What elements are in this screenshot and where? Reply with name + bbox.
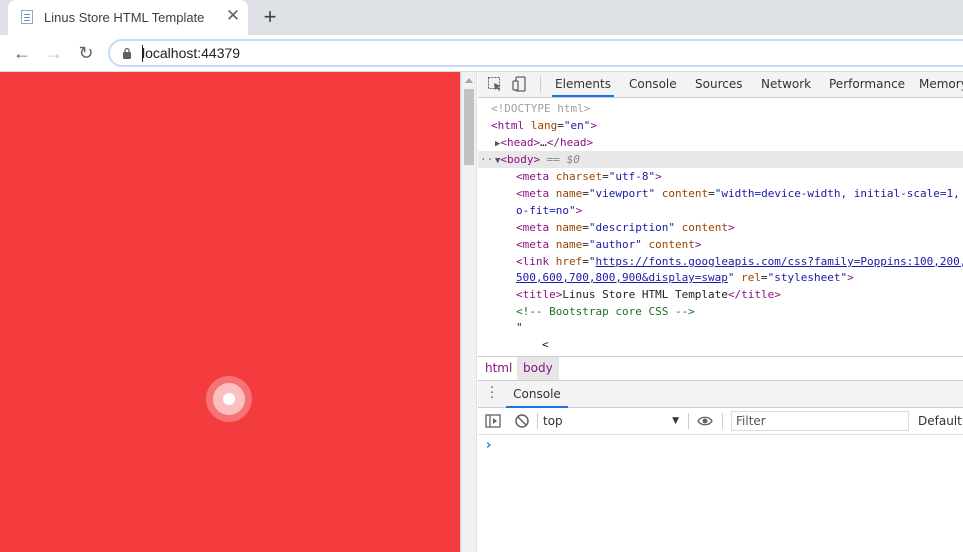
- context-selector[interactable]: top ▼: [543, 413, 679, 429]
- toolbar-divider: [722, 413, 723, 429]
- drawer-tab-console[interactable]: Console: [506, 381, 568, 408]
- dom-node-body[interactable]: ··· ▼<body> == $0: [478, 151, 963, 168]
- dom-tree: <!DOCTYPE html> <html lang="en"> ▶<head>…: [478, 98, 963, 356]
- toolbar-divider: [537, 413, 538, 429]
- breadcrumb: html body: [478, 356, 963, 381]
- address-bar[interactable]: localhost:44379: [108, 39, 963, 67]
- dom-node-comment[interactable]: <!-- Bootstrap core CSS -->: [516, 303, 695, 320]
- browser-tab[interactable]: Linus Store HTML Template ✕: [8, 0, 248, 35]
- context-value: top: [543, 414, 563, 428]
- url-text[interactable]: localhost:44379: [142, 45, 240, 61]
- devtools-tab-bar: Elements Console Sources Network Perform…: [478, 72, 963, 98]
- breadcrumb-body[interactable]: body: [517, 357, 559, 380]
- tab-title: Linus Store HTML Template: [44, 10, 205, 25]
- dom-node-meta-description[interactable]: <meta name="description" content>: [516, 219, 735, 236]
- dom-node-meta-viewport-cont: o-fit=no">: [516, 204, 583, 217]
- preloader-dot: [223, 393, 235, 405]
- forward-button[interactable]: →: [42, 41, 66, 65]
- breadcrumb-html[interactable]: html: [479, 357, 518, 380]
- sidebar-toggle-icon[interactable]: [485, 413, 501, 429]
- console-toolbar: top ▼ Filter Default levels: [478, 408, 963, 435]
- dom-node-doctype[interactable]: <!DOCTYPE html>: [491, 100, 590, 117]
- console-prompt[interactable]: ›: [486, 438, 491, 453]
- dom-node-meta-charset[interactable]: <meta charset="utf-8">: [516, 168, 662, 185]
- browser-toolbar: ← → ↻ localhost:44379: [0, 35, 963, 72]
- drawer-menu-icon[interactable]: · · ·: [490, 382, 494, 405]
- dom-node-link-cont: 500,600,700,800,900&display=swap" rel="s…: [516, 271, 854, 284]
- eye-icon[interactable]: [697, 413, 713, 429]
- dropdown-arrow-icon: ▼: [672, 416, 679, 426]
- tab-network[interactable]: Network: [761, 72, 811, 97]
- dom-node-link[interactable]: <link href="https://fonts.googleapis.com…: [516, 253, 963, 270]
- device-toolbar-icon[interactable]: [512, 76, 528, 92]
- filter-input[interactable]: Filter: [731, 411, 909, 431]
- page-favicon-icon: [21, 10, 33, 24]
- tab-elements[interactable]: Elements: [552, 72, 614, 97]
- tab-close-icon[interactable]: ✕: [224, 7, 242, 25]
- page-scrollbar[interactable]: [460, 72, 477, 552]
- dom-node-title[interactable]: <title>Linus Store HTML Template</title>: [516, 286, 781, 303]
- text-caret: [142, 45, 143, 62]
- scroll-up-icon[interactable]: [465, 78, 473, 83]
- lock-icon: [123, 47, 131, 59]
- scroll-thumb[interactable]: [464, 89, 474, 165]
- dom-node-meta-author[interactable]: <meta name="author" content>: [516, 236, 701, 253]
- dom-node-text[interactable]: ": [516, 319, 523, 336]
- dom-node-html[interactable]: <html lang="en">: [491, 117, 597, 134]
- log-levels-dropdown[interactable]: Default levels: [918, 412, 963, 430]
- tab-memory[interactable]: Memory: [919, 72, 963, 97]
- tab-strip: Linus Store HTML Template ✕ +: [0, 0, 963, 35]
- devtools-panel: Elements Console Sources Network Perform…: [478, 72, 963, 552]
- back-button[interactable]: ←: [10, 41, 34, 65]
- fonts-link-cont[interactable]: 500,600,700,800,900&display=swap: [516, 271, 728, 284]
- dom-node-head[interactable]: ▶<head>…</head>: [495, 134, 593, 151]
- toolbar-divider: [540, 76, 541, 93]
- dom-node-meta-viewport[interactable]: <meta name="viewport" content="width=dev…: [516, 185, 963, 202]
- new-tab-button[interactable]: +: [258, 5, 282, 29]
- tab-performance[interactable]: Performance: [829, 72, 905, 97]
- drawer-tab-bar: · · · Console: [478, 380, 963, 408]
- toolbar-divider: [688, 413, 689, 429]
- reload-button[interactable]: ↻: [74, 41, 98, 65]
- page-viewport: [0, 72, 460, 552]
- tab-sources[interactable]: Sources: [695, 72, 742, 97]
- clear-console-icon[interactable]: [514, 413, 530, 429]
- tab-console[interactable]: Console: [629, 72, 677, 97]
- fonts-link[interactable]: https://fonts.googleapis.com/css?family=…: [596, 255, 963, 268]
- dom-node-text-cont: <: [542, 338, 549, 351]
- inspect-element-icon[interactable]: [487, 76, 503, 92]
